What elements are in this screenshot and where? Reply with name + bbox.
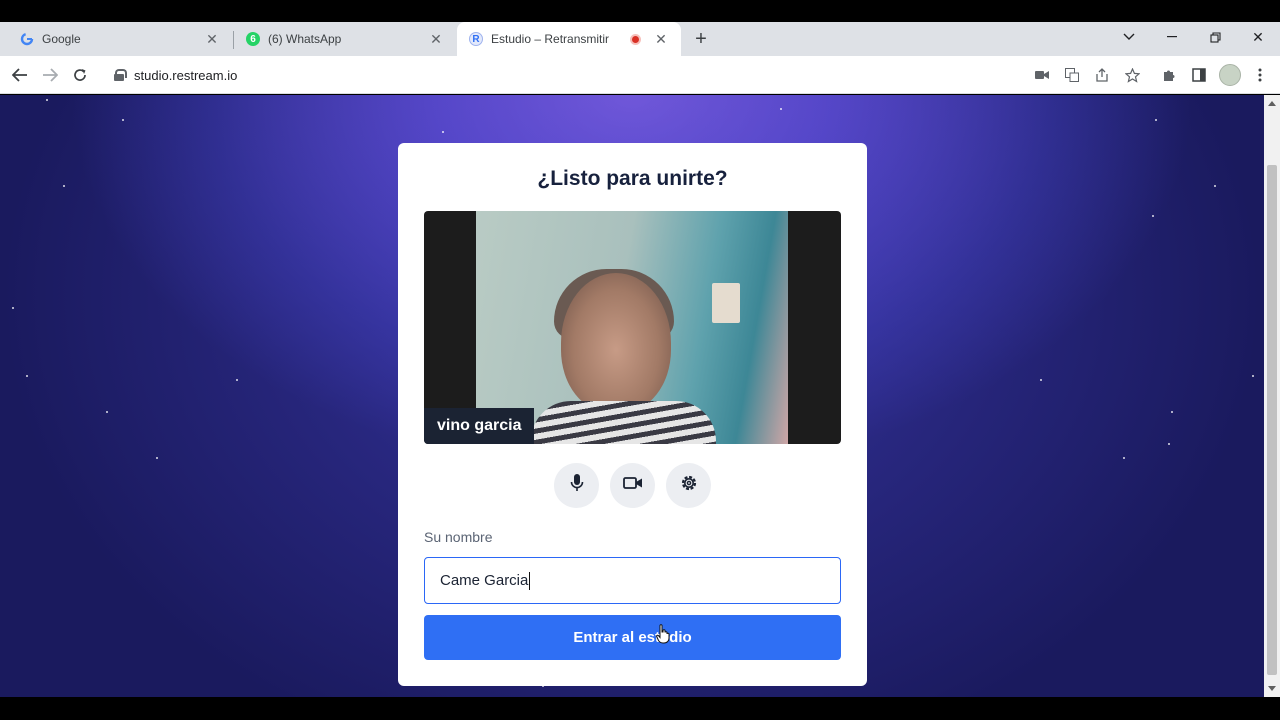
name-input[interactable]: Came Garcia — [424, 557, 841, 604]
join-studio-card: ¿Listo para unirte? vino garcia Su nombr… — [398, 143, 867, 686]
tab-whatsapp[interactable]: 6 (6) WhatsApp ✕ — [234, 22, 456, 56]
kebab-menu-icon[interactable] — [1249, 64, 1271, 86]
microphone-icon — [570, 473, 584, 498]
browser-toolbar: studio.restream.io — [0, 56, 1280, 94]
star — [1171, 411, 1173, 413]
window-close-icon[interactable]: ✕ — [1243, 22, 1273, 52]
page-title: ¿Listo para unirte? — [537, 167, 728, 190]
page-scrollbar[interactable] — [1264, 95, 1280, 697]
name-input-value: Came Garcia — [440, 572, 529, 589]
tab-title: Estudio – Retransmitir — [491, 32, 610, 46]
camera-in-use-icon[interactable] — [1031, 64, 1053, 86]
star — [442, 131, 444, 133]
text-caret — [529, 571, 531, 590]
star — [1155, 119, 1157, 121]
star — [122, 119, 124, 121]
scroll-up-arrow-icon[interactable] — [1268, 101, 1276, 106]
star — [12, 307, 14, 309]
star — [1252, 375, 1254, 377]
tab-strip: Google ✕ 6 (6) WhatsApp ✕ R Estudio – Re… — [0, 22, 1280, 56]
profile-avatar[interactable] — [1219, 64, 1241, 86]
close-icon[interactable]: ✕ — [653, 31, 669, 48]
recording-icon — [630, 33, 641, 45]
restream-r-icon: R — [469, 32, 483, 46]
google-g-icon — [20, 32, 34, 46]
bookmark-star-icon[interactable] — [1121, 64, 1143, 86]
hand-pointer-icon — [656, 624, 670, 644]
new-tab-button[interactable]: + — [690, 22, 712, 56]
star — [1040, 379, 1042, 381]
participant-name-tag: vino garcia — [424, 408, 535, 444]
camera-button[interactable] — [610, 463, 655, 508]
tab-google[interactable]: Google ✕ — [8, 22, 232, 56]
bottom-bar — [0, 697, 1280, 720]
star — [236, 379, 238, 381]
star — [46, 99, 48, 101]
microphone-button[interactable] — [554, 463, 599, 508]
tab-restream-studio[interactable]: R Estudio – Retransmitir ✕ — [457, 22, 681, 56]
star — [26, 375, 28, 377]
enter-studio-button[interactable]: Entrar al estudio — [424, 615, 841, 660]
star — [106, 411, 108, 413]
tab-title: (6) WhatsApp — [268, 32, 342, 46]
reload-icon[interactable] — [67, 62, 93, 88]
star — [63, 185, 65, 187]
star — [1168, 443, 1170, 445]
close-icon[interactable]: ✕ — [428, 31, 444, 48]
name-label: Su nombre — [424, 529, 493, 545]
close-icon[interactable]: ✕ — [204, 31, 220, 48]
tab-title: Google — [42, 32, 81, 46]
settings-button[interactable] — [666, 463, 711, 508]
lock-icon — [114, 69, 127, 81]
translate-icon[interactable] — [1061, 64, 1083, 86]
share-icon[interactable] — [1091, 64, 1113, 86]
star — [1152, 215, 1154, 217]
camera-preview: vino garcia — [424, 211, 841, 444]
star — [780, 108, 782, 110]
star — [156, 457, 158, 459]
forward-arrow-icon[interactable] — [37, 62, 63, 88]
minimize-icon[interactable] — [1157, 22, 1187, 52]
url-text: studio.restream.io — [134, 67, 238, 83]
star — [1214, 185, 1216, 187]
screen: Google ✕ 6 (6) WhatsApp ✕ R Estudio – Re… — [0, 0, 1280, 720]
restore-icon[interactable] — [1200, 22, 1230, 52]
side-panel-icon[interactable] — [1188, 64, 1210, 86]
wall-outlet — [712, 283, 740, 323]
tab-search-icon[interactable] — [1114, 22, 1144, 52]
scrollbar-thumb[interactable] — [1267, 165, 1277, 675]
person-shirt — [531, 401, 716, 444]
video-camera-icon — [622, 476, 643, 495]
address-bar[interactable]: studio.restream.io — [102, 60, 1152, 90]
scroll-down-arrow-icon[interactable] — [1268, 686, 1276, 691]
gear-icon — [679, 473, 699, 498]
whatsapp-icon: 6 — [246, 32, 260, 46]
star — [1123, 457, 1125, 459]
back-arrow-icon[interactable] — [7, 62, 33, 88]
extensions-puzzle-icon[interactable] — [1158, 64, 1180, 86]
person-face — [561, 273, 671, 413]
